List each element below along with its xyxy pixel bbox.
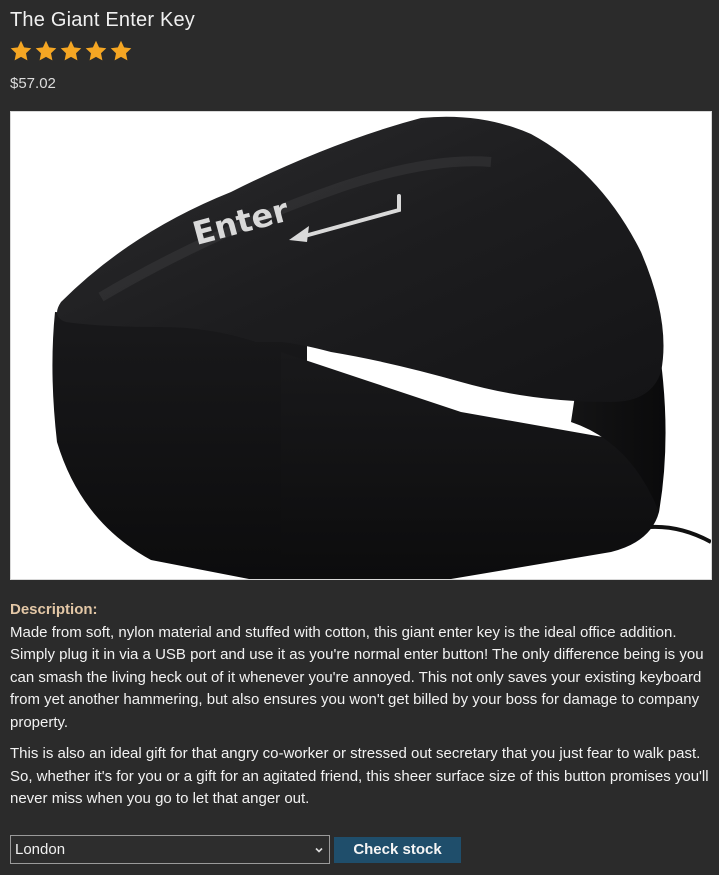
star-icon xyxy=(85,40,107,61)
product-image: Enter xyxy=(10,111,712,580)
star-icon xyxy=(10,40,32,61)
location-select-value: London xyxy=(15,841,66,858)
description-paragraph: This is also an ideal gift for that angr… xyxy=(10,745,709,807)
product-price: $57.02 xyxy=(10,75,56,92)
location-select[interactable]: London xyxy=(10,835,330,864)
product-title: The Giant Enter Key xyxy=(10,9,196,31)
description-heading: Description: xyxy=(10,601,98,618)
chevron-down-icon xyxy=(315,847,323,853)
star-icon xyxy=(35,40,57,61)
star-icon xyxy=(110,40,132,61)
description: Description: Made from soft, nylon mater… xyxy=(10,599,710,811)
check-stock-button[interactable]: Check stock xyxy=(334,836,461,863)
giant-enter-key-image: Enter xyxy=(11,112,711,579)
star-icon xyxy=(60,40,82,61)
description-paragraph: Made from soft, nylon material and stuff… xyxy=(10,623,704,731)
rating-stars xyxy=(9,39,133,63)
stock-check-form: London Check stock xyxy=(10,835,461,864)
